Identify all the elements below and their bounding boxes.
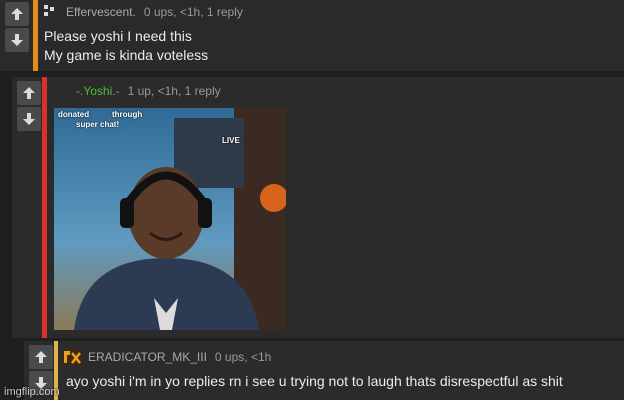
comment-body: Please yoshi I need this My game is kind…: [44, 27, 208, 65]
comment-body: ayo yoshi i'm in yo replies rn i see u t…: [66, 372, 563, 391]
downvote-button[interactable]: [5, 28, 29, 52]
user-avatar-icon[interactable]: [62, 349, 82, 365]
comment-meta: -.Yoshi.- 1 up, <1h, 1 reply: [76, 84, 221, 98]
username-link[interactable]: -.Yoshi.-: [76, 84, 120, 98]
comment-stats: 1 up, <1h, 1 reply: [127, 84, 221, 98]
image-caption: LIVE: [222, 136, 240, 145]
user-avatar-icon[interactable]: [44, 5, 60, 19]
comment-yoshi: -.Yoshi.- 1 up, <1h, 1 reply donated thr…: [12, 77, 624, 338]
image-caption: through: [112, 110, 143, 119]
comment-image[interactable]: donated through super chat! LIVE: [54, 108, 286, 330]
comment-meta: Effervescent. 0 ups, <1h, 1 reply: [44, 5, 243, 19]
comment-stats: 0 ups, <1h, 1 reply: [143, 5, 243, 19]
upvote-button[interactable]: [29, 345, 53, 369]
comment-stats: 0 ups, <1h: [214, 350, 272, 364]
arrow-up-icon: [11, 8, 23, 20]
comment-line: My game is kinda voteless: [44, 47, 209, 63]
comment-line: ayo yoshi i'm in yo replies rn i see u t…: [66, 373, 563, 389]
username-link[interactable]: Effervescent.: [66, 5, 136, 19]
image-caption: donated: [58, 110, 90, 119]
vote-controls: [14, 79, 44, 131]
vote-controls: [2, 0, 32, 52]
arrow-down-icon: [23, 113, 35, 125]
streamer-image: [54, 108, 286, 330]
arrow-up-icon: [23, 87, 35, 99]
upvote-button[interactable]: [17, 81, 41, 105]
comment-meta: ERADICATOR_MK_III 0 ups, <1h: [62, 349, 271, 365]
upvote-button[interactable]: [5, 2, 29, 26]
comment-line: Please yoshi I need this: [44, 28, 192, 44]
downvote-button[interactable]: [17, 107, 41, 131]
arrow-up-icon: [35, 351, 47, 363]
watermark-text: imgflip.com: [4, 386, 60, 398]
thread-accent-bar: [42, 77, 47, 338]
arrow-down-icon: [11, 34, 23, 46]
thread-accent-bar: [33, 0, 38, 71]
comment-eradicator: ERADICATOR_MK_III 0 ups, <1h ayo yoshi i…: [24, 341, 624, 400]
comment-effervescent: Effervescent. 0 ups, <1h, 1 reply Please…: [0, 0, 624, 71]
username-link[interactable]: ERADICATOR_MK_III: [88, 350, 207, 364]
image-caption: super chat!: [76, 120, 120, 129]
